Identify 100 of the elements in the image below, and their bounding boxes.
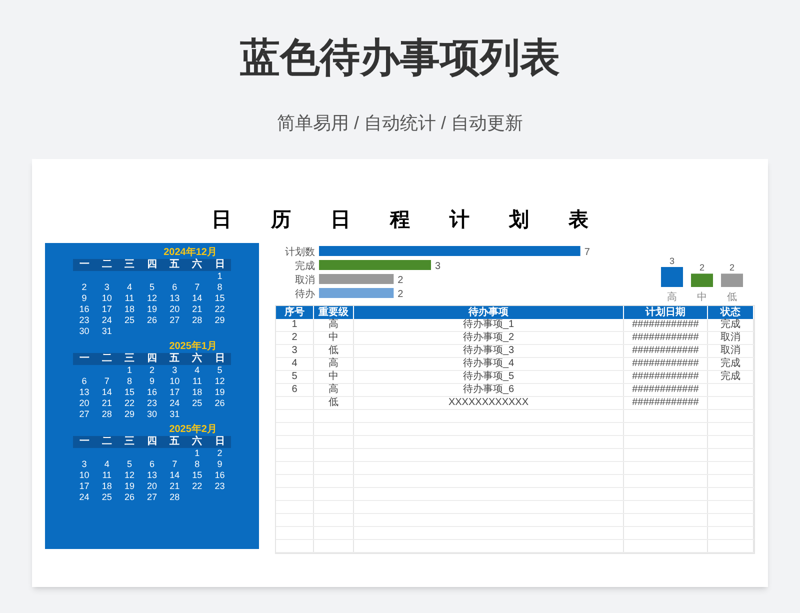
calendar-day: 18 (192, 387, 202, 398)
calendar-day: 25 (192, 398, 202, 409)
calendar-day: 23 (147, 398, 158, 409)
table-cell: 高 (328, 384, 338, 396)
calendar-day: 9 (82, 293, 87, 304)
calendar-day: 10 (102, 293, 112, 304)
axis-label: 计划数 (285, 247, 315, 258)
table-cell: 5 (292, 371, 298, 383)
weekday-label: 二 (100, 259, 113, 271)
weekday-label: 三 (123, 353, 136, 365)
data-label: 2 (398, 289, 404, 300)
calendar-day: 26 (214, 398, 225, 409)
calendar-day: 11 (192, 376, 202, 387)
calendar-day: 20 (147, 481, 158, 492)
calendar-day: 2 (217, 448, 222, 459)
table-cell: 待办事项_3 (462, 345, 514, 357)
page-subtitle: 简单易用 / 自动统计 / 自动更新 (276, 112, 523, 135)
calendar-day: 27 (170, 315, 180, 326)
calendar-day: 31 (170, 409, 180, 420)
calendar-day: 29 (124, 409, 134, 420)
data-label: 2 (730, 262, 734, 273)
calendar-day: 28 (170, 492, 180, 503)
calendar-day: 8 (217, 282, 222, 293)
table-cell: 取消 (720, 345, 740, 357)
calendar-day: 12 (147, 293, 158, 304)
axis-label: 高 (667, 292, 677, 303)
calendar-day: 6 (82, 376, 87, 387)
table-cell: ############ (632, 319, 699, 331)
calendar-day: 3 (82, 459, 87, 470)
table-cell: 完成 (720, 319, 740, 331)
calendar-day: 14 (192, 293, 202, 304)
calendar-day: 27 (79, 409, 90, 420)
table-cell: 高 (328, 358, 338, 370)
axis-label: 完成 (295, 261, 315, 272)
page-title: 蓝色待办事项列表 (240, 35, 560, 82)
calendar-day: 24 (79, 492, 90, 503)
axis-label: 中 (697, 292, 707, 303)
weekday-label: 六 (190, 353, 204, 365)
calendar-day: 1 (126, 365, 132, 376)
weekday-label: 六 (190, 259, 204, 271)
calendar-day: 22 (124, 398, 134, 409)
calendar-day: 6 (172, 282, 178, 293)
calendar-day: 17 (102, 304, 112, 315)
column-header: 序号 (276, 306, 314, 319)
calendar-day: 16 (214, 470, 225, 481)
calendar-day: 21 (102, 398, 112, 409)
table-cell: 6 (292, 384, 298, 396)
calendar-day: 4 (104, 459, 110, 470)
calendar-day: 22 (192, 481, 202, 492)
axis-label: 待办 (295, 289, 315, 300)
weekday-label: 五 (168, 259, 181, 271)
calendar-day: 15 (124, 387, 134, 398)
calendar-day: 15 (214, 293, 225, 304)
table-cell: ############ (632, 384, 699, 396)
calendar-day: 7 (104, 376, 110, 387)
calendar-day: 16 (147, 387, 158, 398)
calendar-day: 4 (126, 282, 132, 293)
calendar-day: 1 (194, 448, 200, 459)
weekday-label: 一 (78, 353, 90, 365)
table-cell: ############ (632, 397, 699, 409)
table-cell: ############ (632, 371, 699, 383)
calendar-day: 15 (192, 470, 202, 481)
calendar-day: 13 (79, 387, 90, 398)
calendar-day: 6 (150, 459, 155, 470)
calendar-day: 10 (79, 470, 90, 481)
calendar-day: 21 (192, 304, 202, 315)
weekday-label: 日 (214, 353, 226, 365)
calendar-day: 11 (102, 470, 112, 481)
axis-label: 低 (727, 292, 737, 303)
calendar-day: 10 (170, 376, 180, 387)
calendar-day: 14 (170, 470, 180, 481)
calendar-day: 1 (217, 271, 222, 282)
calendar-day: 26 (147, 315, 158, 326)
calendar-day: 9 (217, 459, 222, 470)
calendar-day: 2 (150, 365, 155, 376)
table-cell: 中 (328, 332, 338, 344)
weekday-label: 一 (78, 259, 90, 271)
table-cell: XXXXXXXXXXXX (448, 397, 529, 409)
data-label: 3 (670, 256, 674, 266)
table-cell: 完成 (720, 371, 740, 383)
weekday-label: 二 (100, 436, 113, 448)
column-header: 重要级 (314, 306, 354, 319)
weekday-label: 日 (214, 259, 226, 271)
column-header: 待办事项 (354, 306, 624, 319)
calendar-day: 12 (214, 376, 225, 387)
calendar-day: 5 (126, 459, 132, 470)
calendar-day: 22 (214, 304, 225, 315)
data-label: 2 (398, 275, 404, 286)
table-cell: 2 (292, 332, 298, 344)
data-label: 7 (584, 247, 590, 258)
table-cell: 3 (292, 345, 298, 357)
calendar-day: 25 (124, 315, 134, 326)
calendar-day: 31 (102, 326, 112, 337)
calendar-day: 7 (172, 459, 178, 470)
table-cell: ############ (632, 358, 699, 370)
weekday-label: 日 (214, 436, 226, 448)
month-title: 2024年12月 (164, 247, 217, 258)
table-cell: 中 (328, 371, 338, 383)
month-title: 2025年2月 (169, 424, 217, 435)
table-cell: 1 (292, 319, 298, 331)
